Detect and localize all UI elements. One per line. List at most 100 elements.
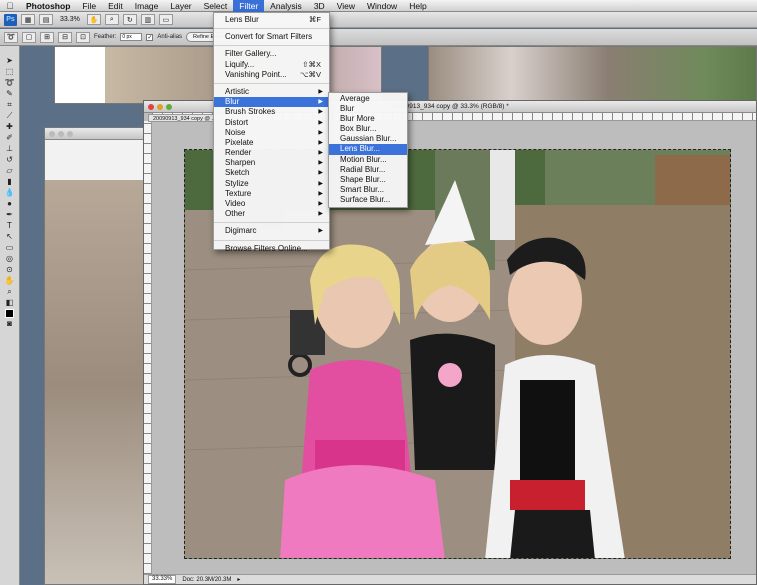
menu-item-sketch[interactable]: Sketch ▶ (214, 168, 329, 178)
move-tool-icon[interactable]: ➤ (3, 56, 17, 66)
bridge-button[interactable]: ▦ (21, 14, 35, 25)
menu-select[interactable]: Select (198, 0, 234, 12)
apple-icon[interactable]:  (0, 1, 20, 11)
menu-item-distort[interactable]: Distort ▶ (214, 118, 329, 128)
clone-stamp-tool-icon[interactable]: ⊥ (3, 144, 17, 154)
zoom-icon[interactable] (166, 104, 172, 110)
foreground-color-swatch[interactable] (5, 309, 14, 318)
menu-view[interactable]: View (331, 0, 361, 12)
minimize-icon[interactable] (157, 104, 163, 110)
background-document-window-3[interactable] (44, 127, 154, 585)
background-window-3-titlebar[interactable] (45, 128, 153, 140)
marquee-tool-icon[interactable]: ⬚ (3, 67, 17, 77)
history-brush-tool-icon[interactable]: ↺ (3, 155, 17, 165)
close-icon[interactable] (49, 131, 55, 137)
feather-input[interactable]: 0 px (120, 33, 143, 41)
minimize-icon[interactable] (58, 131, 64, 137)
status-doc-size[interactable]: Doc: 20.3M/20.3M (182, 577, 231, 583)
document-tab[interactable]: 20090913_934 copy @ ... (148, 114, 222, 122)
shortcut-label: ⇧⌘X (302, 59, 321, 69)
quick-select-tool-icon[interactable]: ✎ (3, 89, 17, 99)
close-icon[interactable] (148, 104, 154, 110)
menu-image[interactable]: Image (129, 0, 165, 12)
rotate-view-icon[interactable]: ↻ (122, 14, 137, 25)
menu-item-convert-smart-filters[interactable]: Convert for Smart Filters (214, 32, 329, 42)
default-colors-icon[interactable]: ◧ (3, 298, 17, 308)
antialias-checkbox[interactable]: ✓ (146, 33, 154, 41)
menu-item-blur-more[interactable]: Blur More (329, 114, 407, 124)
submenu-arrow-icon: ▶ (318, 99, 323, 106)
menu-analysis[interactable]: Analysis (264, 0, 308, 12)
menu-item-blur[interactable]: Blur ▶ (214, 97, 329, 108)
new-selection-icon[interactable]: ▢ (22, 31, 36, 43)
menu-item-vanishing-point[interactable]: Vanishing Point... ⌥⌘V (214, 70, 329, 80)
background-document-window-2[interactable] (428, 46, 757, 102)
status-zoom-field[interactable]: 33.33% (148, 575, 177, 584)
menu-photoshop[interactable]: Photoshop (20, 0, 76, 12)
menu-item-pixelate[interactable]: Pixelate ▶ (214, 138, 329, 148)
gradient-tool-icon[interactable]: ▮ (3, 177, 17, 187)
menu-window[interactable]: Window (361, 0, 403, 12)
quick-mask-icon[interactable]: ◙ (3, 319, 17, 329)
hand-tool-icon[interactable]: ✋ (86, 14, 101, 25)
add-selection-icon[interactable]: ⊞ (40, 31, 54, 43)
3d-orbit-tool-icon[interactable]: ⊙ (3, 265, 17, 275)
menu-item-lens-blur-last[interactable]: Lens Blur ⌘F (214, 15, 329, 25)
status-arrow-icon[interactable]: ▸ (237, 576, 240, 583)
menu-item-stylize[interactable]: Stylize ▶ (214, 179, 329, 189)
brush-tool-icon[interactable]: ✐ (3, 133, 17, 143)
menu-item-radial-blur[interactable]: Radial Blur... (329, 165, 407, 175)
menu-item-motion-blur[interactable]: Motion Blur... (329, 155, 407, 165)
lasso-tool-icon[interactable]: ➰ (3, 78, 17, 88)
menu-item-filter-gallery[interactable]: Filter Gallery... (214, 49, 329, 59)
menu-item-smart-blur[interactable]: Smart Blur... (329, 185, 407, 195)
menu-item-render[interactable]: Render ▶ (214, 148, 329, 158)
menu-item-artistic[interactable]: Artistic ▶ (214, 87, 329, 97)
menu-item-blur-simple[interactable]: Blur (329, 104, 407, 114)
zoom-icon[interactable] (67, 131, 73, 137)
subtract-selection-icon[interactable]: ⊟ (58, 31, 72, 43)
intersect-selection-icon[interactable]: ⊡ (76, 31, 90, 43)
hand-tool-panel-icon[interactable]: ✋ (3, 276, 17, 286)
menu-file[interactable]: File (76, 0, 102, 12)
type-tool-icon[interactable]: T (3, 221, 17, 231)
menu-item-liquify[interactable]: Liquify... ⇧⌘X (214, 60, 329, 70)
menu-item-noise[interactable]: Noise ▶ (214, 128, 329, 138)
menu-item-texture[interactable]: Texture ▶ (214, 189, 329, 199)
application-bar: Ps ▦ ▤ 33.3% ✋ ⌕ ↻ ▥ ▭ (0, 12, 757, 28)
menu-edit[interactable]: Edit (102, 0, 129, 12)
crop-tool-icon[interactable]: ⌗ (3, 100, 17, 110)
shape-tool-icon[interactable]: ▭ (3, 243, 17, 253)
arrange-documents-icon[interactable]: ▥ (140, 14, 155, 25)
zoom-tool-panel-icon[interactable]: ⌕ (3, 287, 17, 297)
3d-rotate-tool-icon[interactable]: ◎ (3, 254, 17, 264)
blur-tool-icon[interactable]: 💧 (3, 188, 17, 198)
menu-item-box-blur[interactable]: Box Blur... (329, 124, 407, 134)
menu-item-sharpen[interactable]: Sharpen ▶ (214, 158, 329, 168)
eraser-tool-icon[interactable]: ▱ (3, 166, 17, 176)
menu-item-surface-blur[interactable]: Surface Blur... (329, 195, 407, 205)
menu-help[interactable]: Help (403, 0, 432, 12)
menu-filter[interactable]: Filter (233, 0, 265, 12)
menu-3d[interactable]: 3D (308, 0, 331, 12)
healing-tool-icon[interactable]: ✚ (3, 122, 17, 132)
menu-item-browse-filters-online[interactable]: Browse Filters Online... (214, 244, 329, 254)
pen-tool-icon[interactable]: ✒ (3, 210, 17, 220)
eyedropper-tool-icon[interactable]: ⟋ (3, 111, 17, 121)
menu-item-gaussian-blur[interactable]: Gaussian Blur... (329, 134, 407, 144)
menu-item-average[interactable]: Average (329, 94, 407, 104)
zoom-level[interactable]: 33.3% (57, 16, 83, 23)
menu-layer[interactable]: Layer (164, 0, 197, 12)
path-select-tool-icon[interactable]: ↖ (3, 232, 17, 242)
screen-mode-icon[interactable]: ▭ (158, 14, 173, 25)
menu-item-brush-strokes[interactable]: Brush Strokes ▶ (214, 107, 329, 117)
lasso-preset-icon[interactable]: ➰ (4, 31, 18, 43)
dodge-tool-icon[interactable]: ● (3, 199, 17, 209)
menu-item-video[interactable]: Video ▶ (214, 199, 329, 209)
zoom-tool-icon[interactable]: ⌕ (104, 14, 119, 25)
menu-item-other[interactable]: Other ▶ (214, 209, 329, 219)
menu-item-lens-blur[interactable]: Lens Blur... (329, 144, 407, 155)
view-extras-button[interactable]: ▤ (39, 14, 53, 25)
menu-item-digimarc[interactable]: Digimarc ▶ (214, 226, 329, 236)
menu-item-shape-blur[interactable]: Shape Blur... (329, 175, 407, 185)
